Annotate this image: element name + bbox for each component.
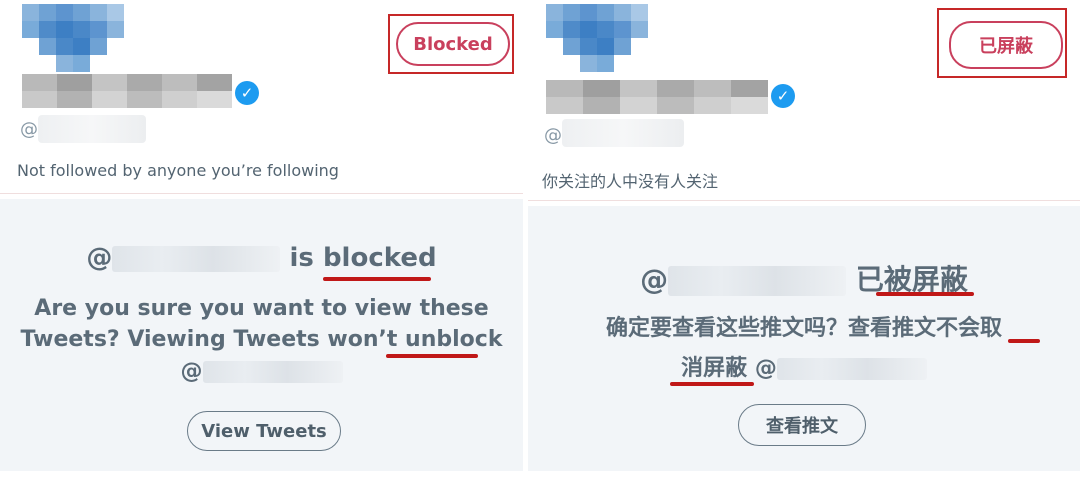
handle-redacted <box>38 115 146 143</box>
handle-redacted <box>562 119 684 147</box>
blocked-headline: @ 已被屏蔽 <box>640 263 968 296</box>
blocked-button[interactable]: Blocked <box>396 22 510 66</box>
annotation-underline <box>670 382 754 386</box>
annotation-underline <box>323 277 431 281</box>
blocked-word: blocked <box>322 243 437 273</box>
blocked-button[interactable]: 已屏蔽 <box>949 21 1063 69</box>
handle-prefix: @ <box>544 125 562 146</box>
followers-note: 你关注的人中没有人关注 <box>542 172 719 191</box>
unblock-word: unblock <box>405 327 503 352</box>
blocked-profile-zh: ✓ @ 你关注的人中没有人关注 已屏蔽 @ 已被屏蔽 确定要查看这些推文吗？查看… <box>528 0 1080 477</box>
blocked-warning: @ 已被屏蔽 确定要查看这些推文吗？查看推文不会取 消屏蔽 @ 查看推文 <box>528 206 1080 471</box>
display-name <box>546 80 768 114</box>
view-tweets-button[interactable]: View Tweets <box>187 411 341 451</box>
warning-line-3: @ <box>0 359 523 384</box>
annotation-underline <box>1008 339 1040 343</box>
verified-check-icon: ✓ <box>771 84 795 108</box>
view-tweets-button[interactable]: 查看推文 <box>738 404 866 446</box>
blocked-profile-en: ✓ @ Not followed by anyone you’re follow… <box>0 0 523 477</box>
cancel-word: 取 <box>980 316 1003 341</box>
verified-check-icon: ✓ <box>235 81 259 105</box>
blocked-headline: @ is blocked <box>86 243 437 273</box>
followers-note: Not followed by anyone you’re following <box>17 161 339 180</box>
annotation-underline <box>876 292 974 296</box>
profile-header: ✓ @ Not followed by anyone you’re follow… <box>0 0 523 194</box>
profile-header: ✓ @ 你关注的人中没有人关注 已屏蔽 <box>528 0 1080 201</box>
avatar[interactable] <box>546 4 656 78</box>
display-name <box>22 74 232 108</box>
handle-redacted <box>112 245 281 272</box>
handle-redacted <box>776 358 927 380</box>
handle-redacted <box>202 361 343 383</box>
annotation-underline <box>386 354 478 358</box>
unblock-word: 消屏蔽 <box>681 356 748 381</box>
handle-redacted <box>668 266 847 296</box>
handle-prefix: @ <box>20 119 38 140</box>
warning-line-1: 确定要查看这些推文吗？查看推文不会取 <box>605 316 1003 341</box>
avatar[interactable] <box>22 4 126 76</box>
blocked-warning: @ is blocked Are you sure you want to vi… <box>0 199 523 471</box>
warning-line-1: Are you sure you want to view these <box>34 296 489 321</box>
warning-line-2: 消屏蔽 @ <box>528 350 1080 382</box>
warning-line-2: Tweets? Viewing Tweets won’t unblock <box>20 327 503 352</box>
